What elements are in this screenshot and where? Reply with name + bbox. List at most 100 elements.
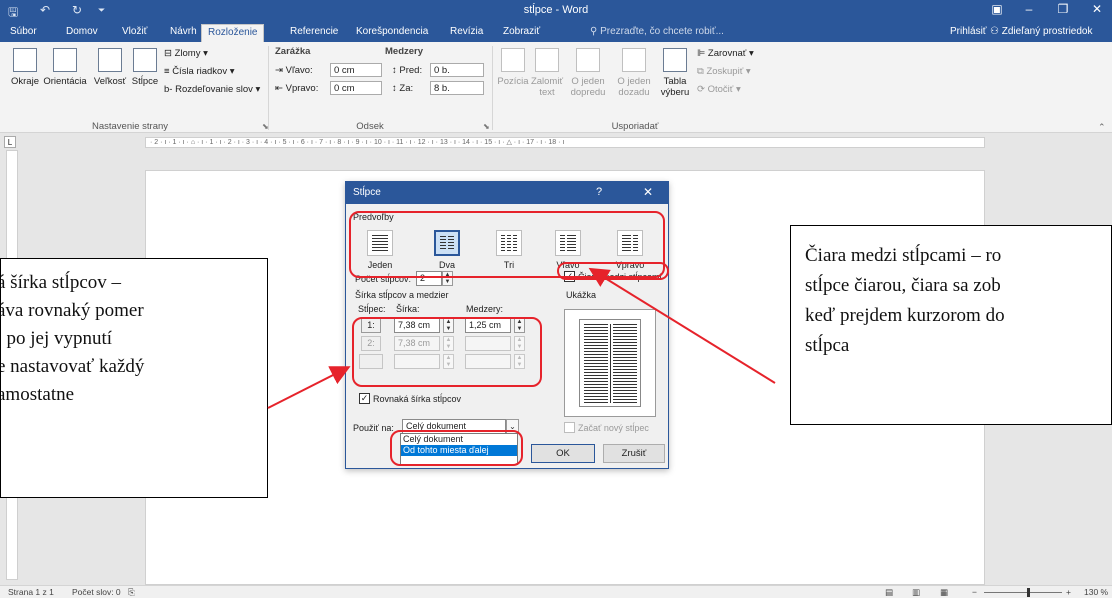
share-button[interactable]: ⚇ Zdieľaný prostriedok xyxy=(990,26,1093,37)
spacing-before-input[interactable]: 0 b. xyxy=(430,63,484,77)
send-backward-label-2: dozadu xyxy=(618,87,650,98)
collapse-ribbon-icon[interactable]: ⌃ xyxy=(1098,122,1106,133)
cancel-button[interactable]: Zrušiť xyxy=(603,444,665,463)
callout-line: amostatne xyxy=(0,384,75,405)
tab-design[interactable]: Návrh xyxy=(170,26,197,37)
margins-icon xyxy=(13,48,37,72)
tab-view[interactable]: Zobraziť xyxy=(503,26,540,37)
callout-line: stĺpca xyxy=(805,335,850,356)
zoom-slider[interactable] xyxy=(984,592,1062,593)
indent-left-text: Vľavo: xyxy=(285,65,313,76)
group-label: Zoskupiť xyxy=(706,66,744,77)
hyphenation-icon: b‑ xyxy=(164,84,176,95)
wrap-text-button[interactable]: Zalomiť text xyxy=(530,48,564,98)
ribbon-display-icon[interactable]: ▣ xyxy=(984,2,1010,16)
rotate-button[interactable]: ⟳ Otočiť ▾ xyxy=(697,84,741,95)
word-count[interactable]: Počet slov: 0 xyxy=(72,587,121,597)
breaks-icon: ⊟ xyxy=(164,48,175,59)
columns-icon xyxy=(133,48,157,72)
web-layout-icon[interactable]: ▦ xyxy=(940,587,948,598)
preview-label: Ukážka xyxy=(566,290,597,300)
tab-home[interactable]: Domov xyxy=(66,26,98,37)
wrap-text-label-2: text xyxy=(539,87,555,98)
size-button[interactable]: Veľkosť xyxy=(90,48,130,87)
spacing-after-text: Za: xyxy=(399,83,414,94)
orientation-label: Orientácia xyxy=(43,76,87,87)
callout-line: á šírka stĺpcov – xyxy=(0,272,122,293)
width-header: Šírka: xyxy=(396,304,420,314)
sign-in-link[interactable]: Prihlásiť xyxy=(950,26,987,37)
line-numbers-button[interactable]: ≡ Čísla riadkov ▾ xyxy=(164,66,235,77)
align-icon: ⊫ xyxy=(697,48,708,59)
selection-pane-icon xyxy=(663,48,687,72)
align-button[interactable]: ⊫ Zarovnať ▾ xyxy=(697,48,754,59)
tab-insert[interactable]: Vložiť xyxy=(122,26,147,37)
send-backward-button[interactable]: O jeden dozadu xyxy=(614,48,654,98)
group-separator xyxy=(268,46,269,130)
read-mode-icon[interactable]: ▤ xyxy=(885,587,893,598)
zoom-level[interactable]: 130 % xyxy=(1084,587,1108,597)
paragraph-launcher-icon[interactable]: ⬊ xyxy=(483,122,490,131)
align-label: Zarovnať xyxy=(707,48,747,59)
bring-forward-label: O jeden xyxy=(571,76,605,87)
tab-file[interactable]: Súbor xyxy=(10,26,37,37)
proofing-icon[interactable]: ⎘ xyxy=(128,587,135,598)
columns-button[interactable]: Stĺpce xyxy=(131,48,159,87)
tab-layout[interactable]: Rozloženie xyxy=(201,24,265,42)
position-button[interactable]: Pozícia xyxy=(496,48,530,87)
callout-line: keď prejdem kurzorom do xyxy=(805,305,1005,326)
spacing-header: Medzery: xyxy=(466,304,504,314)
hyphenation-button[interactable]: b‑ Rozdeľovanie slov ▾ xyxy=(164,84,260,95)
zoom-in-icon[interactable]: + xyxy=(1066,587,1071,597)
preview-box xyxy=(564,309,656,417)
bring-forward-button[interactable]: O jeden dopredu xyxy=(568,48,608,98)
tell-me-box[interactable]: ⚲ Prezraďte, čo chcete robiť... xyxy=(590,26,724,37)
indent-right-input[interactable]: 0 cm xyxy=(330,81,382,95)
restore-icon[interactable]: ❐ xyxy=(1050,2,1076,16)
zoom-out-icon[interactable]: − xyxy=(972,587,977,597)
close-icon[interactable]: ✕ xyxy=(643,185,653,199)
column-header: Stĺpec: xyxy=(358,304,386,314)
page-count[interactable]: Strana 1 z 1 xyxy=(8,587,54,597)
preview-column xyxy=(613,324,637,403)
help-icon[interactable]: ? xyxy=(596,186,602,198)
callout-line: e nastavovať každý xyxy=(0,356,145,377)
new-column-checkbox[interactable] xyxy=(564,422,575,433)
orientation-button[interactable]: Orientácia xyxy=(40,48,90,87)
group-button[interactable]: ⧉ Zoskupiť ▾ xyxy=(697,66,751,77)
breaks-label: Zlomy xyxy=(174,48,201,59)
minimize-icon[interactable]: – xyxy=(1016,2,1042,16)
spacing-after-input[interactable]: 8 b. xyxy=(430,81,484,95)
indent-right-label: ⇤ Vpravo: xyxy=(275,83,318,94)
zoom-slider-thumb[interactable] xyxy=(1027,588,1030,597)
breaks-button[interactable]: ⊟ Zlomy ▾ xyxy=(164,48,208,59)
margins-button[interactable]: Okraje xyxy=(8,48,42,87)
ribbon: Okraje Orientácia Veľkosť Stĺpce ⊟ Zlomy… xyxy=(0,42,1112,133)
close-icon[interactable]: ✕ xyxy=(1084,2,1110,16)
dialog-title: Stĺpce xyxy=(353,187,381,198)
spacing-before-text: Pred: xyxy=(399,65,423,76)
title-bar: 🖫 ↶ ↻ ⏷ stĺpce - Word ▣ – ❐ ✕ xyxy=(0,0,1112,22)
line-numbers-icon: ≡ xyxy=(164,66,173,77)
selection-pane-button[interactable]: Tabla výberu xyxy=(658,48,692,98)
size-icon xyxy=(98,48,122,72)
indent-left-input[interactable]: 0 cm xyxy=(330,63,382,77)
equal-width-checkbox[interactable]: ✓ xyxy=(359,393,370,404)
dialog-title-bar: Stĺpce ? ✕ xyxy=(346,182,668,204)
horizontal-ruler[interactable]: · 2 · ı · 1 · ı · ⌂ · ı · 1 · ı · 2 · ı … xyxy=(145,137,985,148)
status-bar: Strana 1 z 1 Počet slov: 0 ⎘ ▤ ▥ ▦ − + 1… xyxy=(0,585,1112,598)
tab-references[interactable]: Referencie xyxy=(290,26,338,37)
print-layout-icon[interactable]: ▥ xyxy=(912,587,920,598)
callout-line: áva rovnaký pomer xyxy=(0,300,144,321)
bring-forward-label-2: dopredu xyxy=(570,87,606,98)
ok-button[interactable]: OK xyxy=(531,444,595,463)
tab-mailings[interactable]: Korešpondencia xyxy=(356,26,428,37)
tab-review[interactable]: Revízia xyxy=(450,26,483,37)
share-label: Zdieľaný prostriedok xyxy=(1001,26,1093,37)
position-label: Pozícia xyxy=(497,76,529,87)
tab-selector[interactable]: L xyxy=(4,136,16,148)
bring-forward-icon xyxy=(576,48,600,72)
highlight-line-between xyxy=(557,262,669,280)
new-column-label: Začať nový stĺpec xyxy=(578,423,649,433)
position-icon xyxy=(501,48,525,72)
